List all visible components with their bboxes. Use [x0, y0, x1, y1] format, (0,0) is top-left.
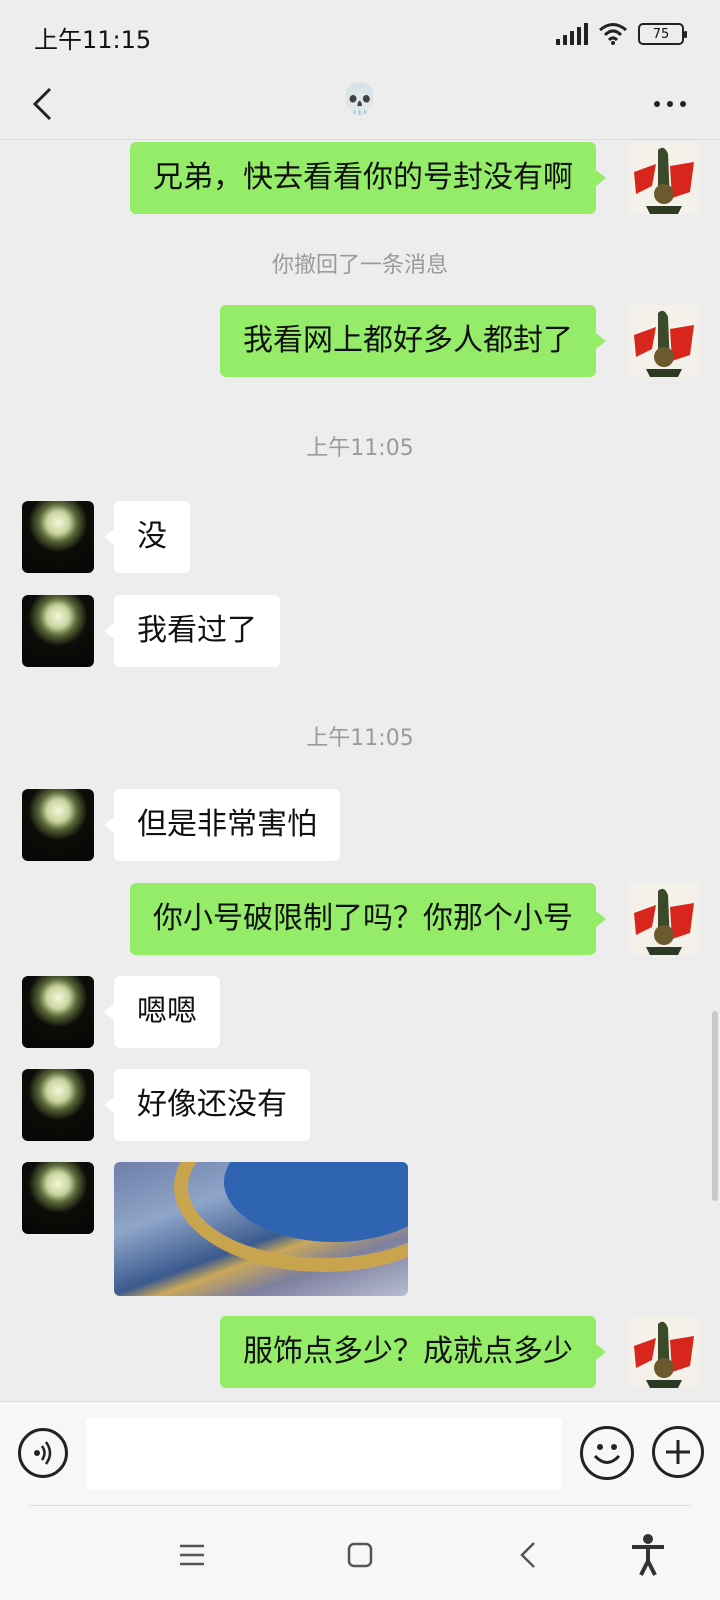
menu-icon: [180, 1544, 204, 1566]
more-dot: [680, 101, 686, 107]
contact-avatar[interactable]: [22, 595, 94, 667]
message-input[interactable]: [86, 1418, 562, 1490]
contact-avatar[interactable]: [22, 501, 94, 573]
my-avatar[interactable]: [628, 305, 700, 377]
back-icon: [520, 1542, 535, 1568]
voice-icon: [34, 1441, 52, 1465]
status-bar: 上午11:15 75: [0, 0, 720, 68]
menu-button[interactable]: [162, 1525, 222, 1585]
avatar-art-icon: [628, 1316, 700, 1388]
emoji-icon: [593, 1444, 621, 1464]
plus-button[interactable]: [652, 1426, 704, 1478]
system-back-button[interactable]: [498, 1525, 558, 1585]
avatar-art-icon: [628, 142, 700, 214]
more-dot: [667, 101, 673, 107]
message-bubble-me[interactable]: 兄弟，快去看看你的号封没有啊: [130, 142, 606, 214]
emoji-button[interactable]: [580, 1426, 634, 1480]
chat-title: 💀: [341, 82, 379, 117]
home-button[interactable]: [330, 1525, 390, 1585]
image-content: [174, 1162, 408, 1272]
battery-indicator: 75: [638, 23, 687, 45]
scroll-indicator[interactable]: [712, 1011, 718, 1201]
chat-messages[interactable]: 兄弟，快去看看你的号封没有啊 你撤回了一条消息 我看网上都好多人都封了 上午11…: [0, 141, 720, 1401]
my-avatar[interactable]: [628, 142, 700, 214]
wifi-icon: [599, 23, 627, 45]
image-message[interactable]: [114, 1162, 408, 1296]
message-bubble-other[interactable]: 好像还没有: [104, 1069, 310, 1141]
message-bubble-me[interactable]: 我看网上都好多人都封了: [220, 305, 606, 377]
status-time: 上午11:15: [34, 26, 152, 54]
more-dots-icon: [654, 101, 660, 107]
my-avatar[interactable]: [628, 883, 700, 955]
message-bubble-other[interactable]: 但是非常害怕: [104, 789, 340, 861]
message-bubble-other[interactable]: 我看过了: [104, 595, 280, 667]
accessibility-button[interactable]: [618, 1525, 678, 1585]
timestamp: 上午11:05: [306, 726, 414, 751]
contact-avatar[interactable]: [22, 1162, 94, 1234]
message-bubble-me[interactable]: 服饰点多少？成就点多少: [220, 1316, 606, 1388]
divider: [30, 1505, 690, 1506]
avatar-art-icon: [628, 305, 700, 377]
battery-level: 75: [652, 26, 670, 42]
home-icon: [347, 1542, 373, 1568]
message-bubble-other[interactable]: 嗯嗯: [104, 976, 220, 1048]
timestamp: 上午11:05: [306, 436, 414, 461]
input-bar: [0, 1401, 720, 1505]
chat-header: 💀: [0, 68, 720, 140]
contact-avatar[interactable]: [22, 789, 94, 861]
message-bubble-me[interactable]: 你小号破限制了吗？你那个小号: [130, 883, 606, 955]
contact-avatar[interactable]: [22, 976, 94, 1048]
plus-icon: [666, 1440, 690, 1464]
message-bubble-other[interactable]: 没: [104, 501, 190, 573]
voice-button[interactable]: [18, 1428, 68, 1478]
my-avatar[interactable]: [628, 1316, 700, 1388]
status-icons: 75: [556, 22, 687, 46]
avatar-art-icon: [628, 883, 700, 955]
signal-icon: [556, 23, 588, 45]
contact-avatar[interactable]: [22, 1069, 94, 1141]
recall-notice: 你撤回了一条消息: [271, 253, 448, 278]
more-button[interactable]: [640, 80, 700, 128]
accessibility-icon: [632, 1534, 664, 1576]
system-nav-bar: [0, 1505, 720, 1600]
